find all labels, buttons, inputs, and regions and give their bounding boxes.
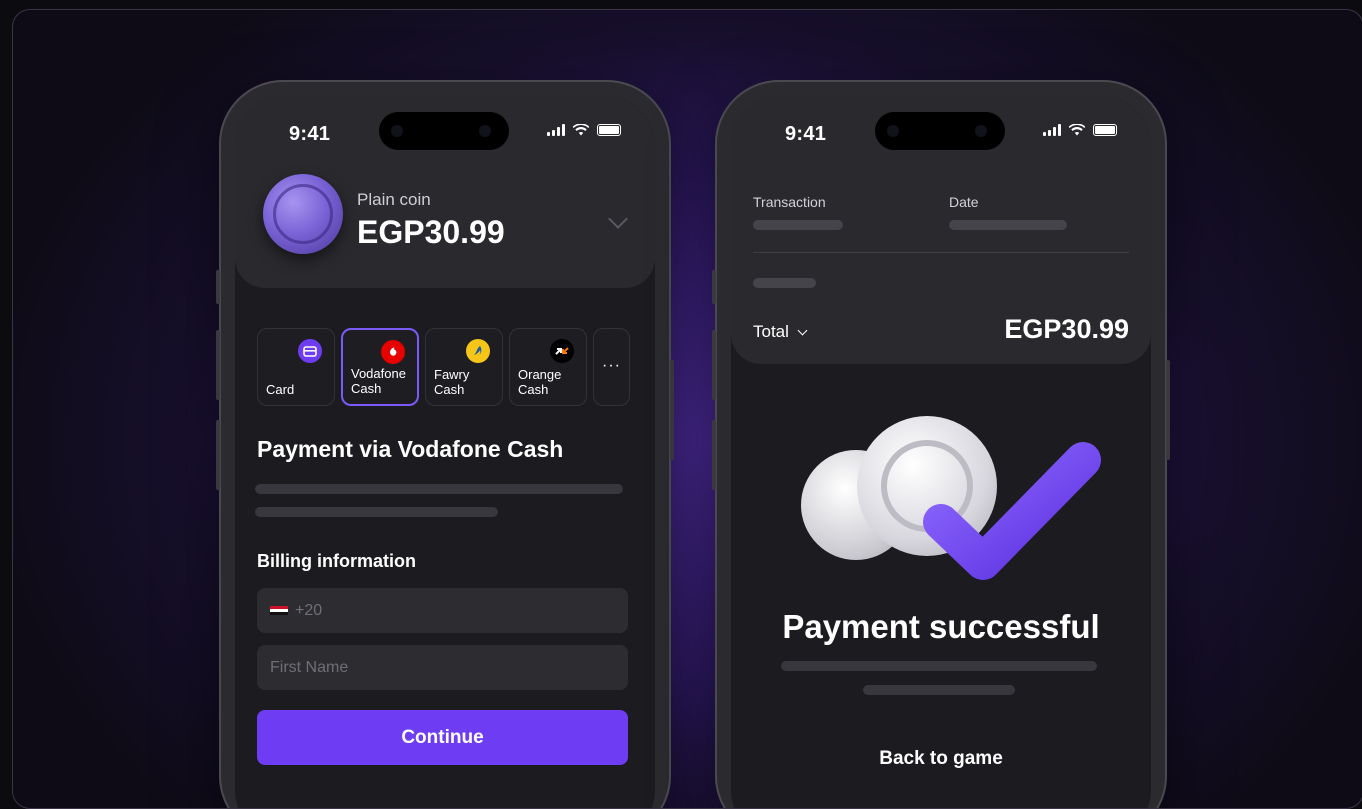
method-vodafone-cash[interactable]: Vodafone Cash [341, 328, 419, 406]
phone-placeholder: +20 [295, 601, 323, 619]
skeleton-line [255, 507, 498, 517]
skeleton-line [863, 685, 1015, 695]
method-label: Card [266, 382, 295, 397]
signal-icon [547, 124, 565, 136]
method-orange-cash[interactable]: Orange Cash [509, 328, 587, 406]
battery-icon [597, 124, 621, 136]
continue-button[interactable]: Continue [257, 710, 628, 765]
method-fawry-cash[interactable]: Fawry Cash [425, 328, 503, 406]
product-price: EGP30.99 [357, 214, 505, 250]
status-icons [1043, 124, 1117, 136]
checkmark-icon [923, 442, 1101, 580]
skeleton-line [753, 220, 843, 230]
success-illustration [791, 412, 1101, 582]
total-label: Total [753, 322, 789, 341]
method-card[interactable]: Card [257, 328, 335, 406]
receipt-card: 9:41 Transaction Date Total EGP30.99 [731, 96, 1151, 364]
phone-field[interactable]: +20 [257, 588, 628, 633]
transaction-label: Transaction [753, 194, 826, 210]
egypt-flag-icon [270, 606, 288, 615]
product-card[interactable]: 9:41 Plain coin EGP30.99 [235, 96, 655, 288]
signal-icon [1043, 124, 1061, 136]
chevron-down-icon [797, 325, 808, 335]
chevron-down-icon[interactable] [608, 209, 628, 229]
first-name-placeholder: First Name [270, 658, 349, 676]
billing-heading: Billing information [257, 551, 416, 571]
payment-methods: Card Vodafone Cash Fawry Cash Orange Cas… [257, 328, 630, 406]
skeleton-line [781, 661, 1097, 671]
success-screen: 9:41 Transaction Date Total EGP30.99 Pay… [731, 96, 1151, 808]
method-more[interactable]: ··· [593, 328, 630, 406]
status-time: 9:41 [289, 123, 331, 145]
method-label: Vodafone Cash [351, 366, 406, 396]
status-bar: 9:41 [235, 96, 655, 170]
card-icon [298, 339, 322, 363]
background-frame: 9:41 Plain coin EGP30.99 Card Vodafone C… [12, 9, 1362, 809]
first-name-field[interactable]: First Name [257, 645, 628, 690]
wifi-icon [573, 124, 589, 136]
dynamic-island [875, 112, 1005, 150]
method-label: Orange Cash [518, 367, 562, 397]
phone-success: 9:41 Transaction Date Total EGP30.99 Pay… [712, 80, 1170, 808]
method-label: Fawry Cash [434, 367, 470, 397]
divider [753, 252, 1129, 253]
skeleton-line [949, 220, 1067, 230]
more-icon: ··· [602, 357, 621, 374]
skeleton-line [753, 278, 816, 288]
date-label: Date [949, 194, 979, 210]
status-bar: 9:41 [731, 96, 1151, 170]
fawry-icon [466, 339, 490, 363]
orange-cash-icon [550, 339, 574, 363]
success-title: Payment successful [782, 608, 1100, 645]
total-toggle[interactable]: Total [753, 322, 808, 342]
coin-icon [263, 174, 343, 254]
vodafone-icon [381, 340, 405, 364]
dynamic-island [379, 112, 509, 150]
back-to-game-button[interactable]: Back to game [731, 748, 1151, 770]
product-name: Plain coin [357, 190, 431, 209]
wifi-icon [1069, 124, 1085, 136]
battery-icon [1093, 124, 1117, 136]
status-icons [547, 124, 621, 136]
total-value: EGP30.99 [1004, 314, 1129, 344]
status-time: 9:41 [785, 123, 827, 145]
phone-checkout: 9:41 Plain coin EGP30.99 Card Vodafone C… [216, 80, 674, 808]
checkout-screen: 9:41 Plain coin EGP30.99 Card Vodafone C… [235, 96, 655, 808]
payment-heading: Payment via Vodafone Cash [257, 436, 564, 462]
skeleton-line [255, 484, 623, 494]
